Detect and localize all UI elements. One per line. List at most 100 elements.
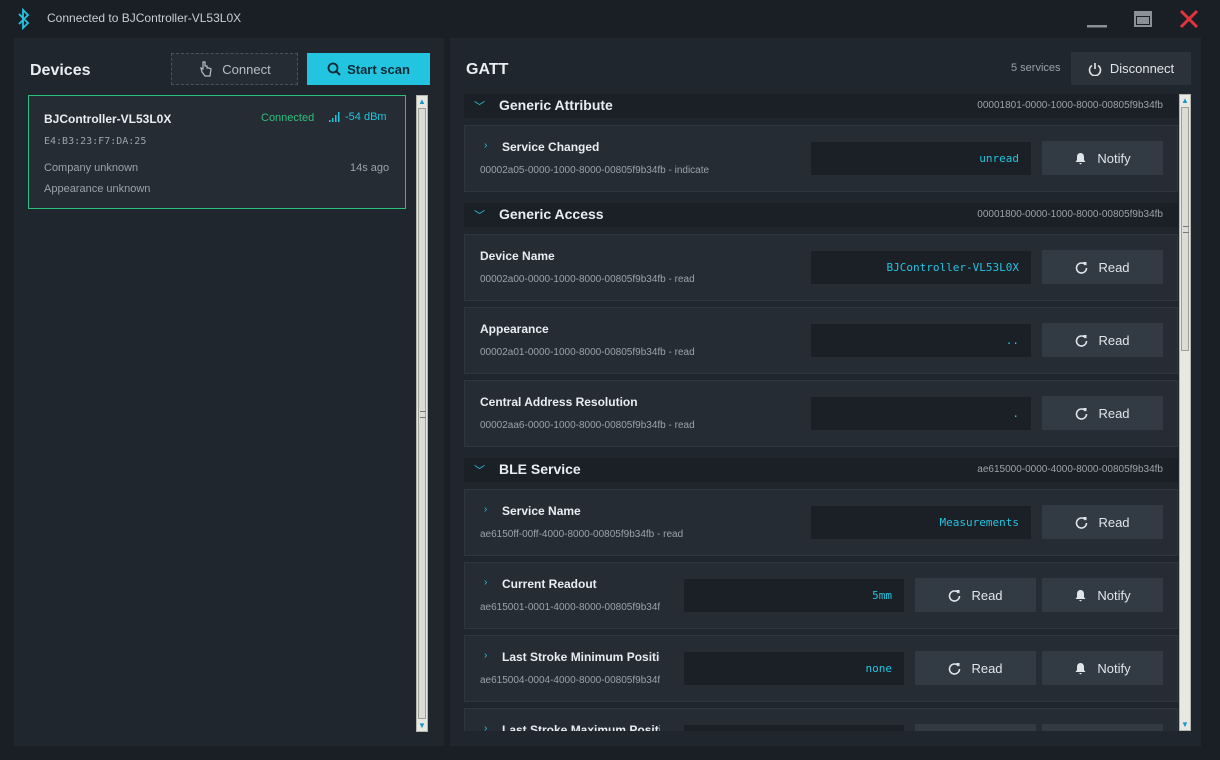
characteristic-value: 5mm — [684, 579, 904, 612]
devices-panel: Devices Connect Start scan BJController-… — [14, 38, 444, 746]
refresh-icon — [1076, 407, 1088, 420]
chevron-right-icon[interactable]: › — [484, 650, 487, 661]
read-label: Read — [971, 660, 1003, 676]
read-label: Read — [1098, 259, 1130, 275]
characteristic-value — [684, 725, 904, 731]
notify-button[interactable]: Notify — [1042, 141, 1163, 175]
characteristic-uuid: 00002aa6-0000-1000-8000-00805f9b34fb - r… — [480, 420, 695, 431]
devices-scrollbar[interactable]: ▲ ▼ — [416, 95, 428, 732]
chevron-down-icon: ﹀ — [474, 210, 485, 222]
scroll-down-icon[interactable]: ▼ — [417, 720, 427, 731]
device-appearance: Appearance unknown — [44, 183, 151, 195]
gatt-scrollbar[interactable]: ▲ ▼ — [1179, 94, 1191, 731]
refresh-icon — [949, 589, 961, 602]
notify-label: Notify — [1097, 587, 1131, 603]
bell-icon — [1075, 662, 1086, 674]
chevron-right-icon[interactable]: › — [484, 504, 487, 515]
read-button[interactable]: Read — [1042, 396, 1163, 430]
characteristic-name: Device Name — [480, 249, 555, 263]
characteristic-value: unread — [811, 142, 1031, 175]
characteristic-uuid: ae615004-0004-4000-8000-00805f9b34fb — [480, 675, 660, 686]
chevron-right-icon[interactable]: › — [484, 140, 487, 151]
bell-icon — [1075, 589, 1086, 601]
service-uuid: ae615000-0000-4000-8000-00805f9b34fb — [977, 464, 1163, 475]
bell-icon — [1075, 152, 1086, 164]
read-button[interactable] — [915, 724, 1036, 731]
service-uuid: 00001801-0000-1000-8000-00805f9b34fb — [977, 100, 1163, 111]
service-name: Generic Attribute — [499, 97, 613, 113]
minimize-icon[interactable] — [1086, 8, 1108, 30]
characteristic-uuid: 00002a01-0000-1000-8000-00805f9b34fb - r… — [480, 347, 695, 358]
service-header-generic-access[interactable]: ﹀ Generic Access 00001800-0000-1000-8000… — [464, 203, 1178, 227]
service-header-ble-service[interactable]: ﹀ BLE Service ae615000-0000-4000-8000-00… — [464, 458, 1178, 482]
scroll-up-icon[interactable]: ▲ — [1180, 95, 1190, 106]
characteristic-uuid: 00002a00-0000-1000-8000-00805f9b34fb - r… — [480, 274, 695, 285]
characteristic-name: Appearance — [480, 322, 549, 336]
characteristic-name: Service Changed — [502, 140, 600, 154]
read-button[interactable]: Read — [1042, 250, 1163, 284]
window-title: Connected to BJController-VL53L0X — [47, 11, 242, 25]
characteristic-uuid: ae6150ff-00ff-4000-8000-00805f9b34fb - r… — [480, 529, 684, 540]
read-button[interactable]: Read — [915, 651, 1036, 685]
disconnect-button[interactable]: Disconnect — [1071, 52, 1191, 85]
notify-button[interactable]: Notify — [1042, 651, 1163, 685]
refresh-icon — [1076, 261, 1088, 274]
characteristic-value: . — [811, 397, 1031, 430]
connect-label: Connect — [222, 61, 271, 77]
characteristic-row: › Service Name ae6150ff-00ff-4000-8000-0… — [464, 489, 1178, 556]
signal-strength-icon — [329, 112, 340, 122]
refresh-icon — [949, 662, 961, 675]
gatt-scroll-thumb[interactable] — [1181, 107, 1189, 351]
device-last-seen: 14s ago — [350, 162, 390, 174]
close-icon[interactable] — [1178, 8, 1200, 30]
chevron-down-icon: ﹀ — [474, 465, 485, 477]
service-uuid: 00001800-0000-1000-8000-00805f9b34fb — [977, 209, 1163, 220]
notify-label: Notify — [1097, 660, 1131, 676]
grip-icon — [420, 411, 426, 418]
chevron-right-icon[interactable]: › — [484, 723, 487, 731]
characteristic-value: .. — [811, 324, 1031, 357]
refresh-icon — [1076, 334, 1088, 347]
characteristic-name: Service Name — [502, 504, 581, 518]
read-label: Read — [1098, 514, 1130, 530]
service-name: BLE Service — [499, 461, 581, 477]
device-card[interactable]: BJController-VL53L0X Connected -54 dBm E… — [28, 95, 406, 209]
gatt-panel: GATT 5 services Disconnect ﹀ Generic Att… — [450, 38, 1201, 746]
power-icon — [1088, 62, 1102, 76]
chevron-right-icon[interactable]: › — [484, 577, 487, 588]
read-label: Read — [1098, 405, 1130, 421]
start-scan-button[interactable]: Start scan — [307, 53, 430, 85]
characteristic-row: › Last Stroke Maximum Position — [464, 708, 1178, 731]
characteristic-row: Appearance 00002a01-0000-1000-8000-00805… — [464, 307, 1178, 374]
service-header-generic-attribute[interactable]: ﹀ Generic Attribute 00001801-0000-1000-8… — [464, 94, 1178, 118]
search-icon — [327, 62, 341, 76]
characteristic-uuid: 00002a05-0000-1000-8000-00805f9b34fb - i… — [480, 165, 710, 176]
maximize-icon[interactable] — [1132, 8, 1154, 30]
devices-scroll-thumb[interactable] — [418, 108, 426, 719]
characteristic-row: Central Address Resolution 00002aa6-0000… — [464, 380, 1178, 447]
notify-button[interactable]: Notify — [1042, 578, 1163, 612]
start-scan-label: Start scan — [347, 61, 410, 77]
scroll-up-icon[interactable]: ▲ — [417, 96, 427, 107]
device-status-badge: Connected — [261, 112, 315, 124]
service-name: Generic Access — [499, 206, 604, 222]
characteristic-value: Measurements — [811, 506, 1031, 539]
device-company: Company unknown — [44, 162, 139, 174]
device-name: BJController-VL53L0X — [44, 112, 172, 126]
characteristic-name: Last Stroke Maximum Position — [502, 723, 660, 731]
characteristic-uuid: ae615001-0001-4000-8000-00805f9b34fb — [480, 602, 660, 613]
notify-button[interactable] — [1042, 724, 1163, 731]
characteristic-row: › Service Changed 00002a05-0000-1000-800… — [464, 125, 1178, 192]
service-count: 5 services — [1011, 62, 1061, 74]
scroll-down-icon[interactable]: ▼ — [1180, 719, 1190, 730]
rssi-value: -54 dBm — [345, 111, 387, 123]
characteristic-value: none — [684, 652, 904, 685]
read-button[interactable]: Read — [1042, 505, 1163, 539]
characteristic-name: Last Stroke Minimum Position — [502, 650, 660, 664]
device-mac: E4:B3:23:F7:DA:25 — [44, 136, 147, 147]
device-rssi: -54 dBm — [329, 111, 387, 123]
gatt-title: GATT — [466, 61, 509, 78]
read-button[interactable]: Read — [915, 578, 1036, 612]
read-button[interactable]: Read — [1042, 323, 1163, 357]
connect-button[interactable]: Connect — [171, 53, 298, 85]
